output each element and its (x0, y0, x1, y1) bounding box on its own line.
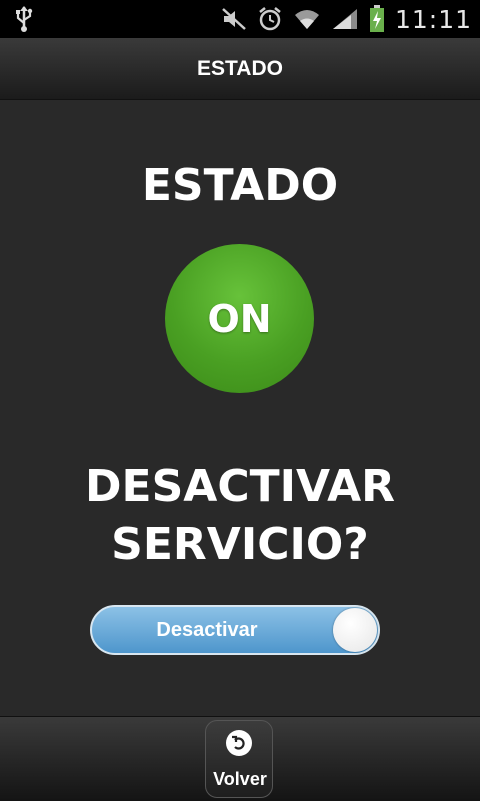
bottom-bar: Volver (0, 716, 480, 801)
back-button[interactable]: Volver (205, 720, 273, 798)
signal-icon (331, 7, 359, 31)
main-content: ESTADO ON DESACTIVAR SERVICIO? Desactiva… (0, 100, 480, 716)
status-bar: 11:11 (0, 0, 480, 38)
status-heading: ESTADO (141, 160, 339, 211)
page-title: ESTADO (197, 56, 283, 80)
clock: 11:11 (394, 4, 472, 34)
deactivate-question: DESACTIVAR SERVICIO? (0, 458, 480, 574)
battery-charging-icon (369, 5, 385, 33)
mute-icon (221, 7, 247, 31)
status-indicator: ON (165, 244, 314, 393)
title-bar: ESTADO (0, 38, 480, 100)
question-line-1: DESACTIVAR (85, 461, 395, 512)
deactivate-toggle[interactable]: Desactivar (90, 605, 380, 655)
toggle-label: Desactivar (156, 618, 258, 641)
wifi-icon (293, 7, 321, 31)
alarm-icon (257, 6, 283, 32)
usb-icon (14, 5, 34, 38)
back-arrow-icon (226, 730, 252, 756)
toggle-knob[interactable] (333, 608, 377, 652)
question-line-2: SERVICIO? (111, 519, 369, 570)
back-button-label: Volver (213, 769, 267, 789)
status-indicator-label: ON (207, 296, 272, 341)
